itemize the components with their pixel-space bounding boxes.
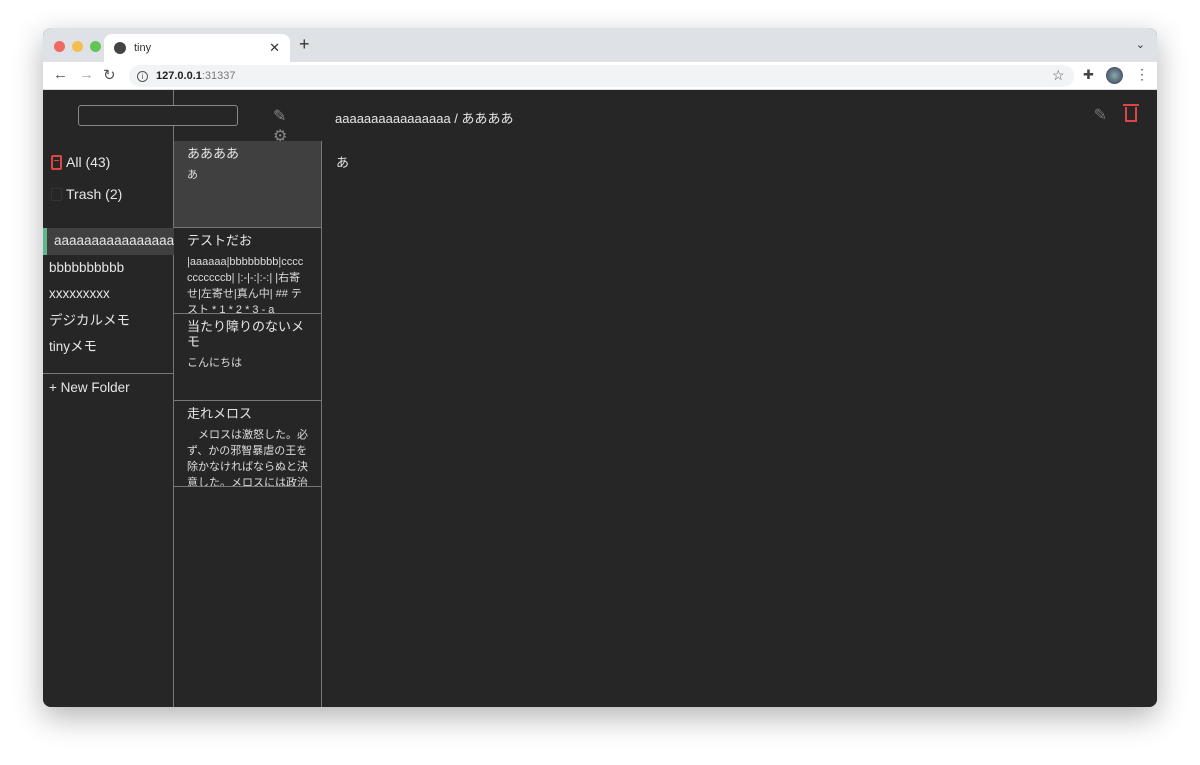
new-tab-button[interactable]: + <box>299 34 310 55</box>
pencil-icon[interactable]: ✎ <box>1094 105 1107 125</box>
note-preview: あ <box>187 169 198 181</box>
note-item[interactable]: あああああ <box>174 141 321 228</box>
folder-item[interactable]: デジカルメモ <box>43 308 174 335</box>
note-item[interactable]: テストだお |aaaaaa|bbbbbbbb|cccccccccccb| |:-|… <box>174 228 321 314</box>
folder-item[interactable]: tinyメモ <box>43 334 174 361</box>
star-icon[interactable]: ☆ <box>1052 67 1065 84</box>
note-content[interactable]: あ <box>336 152 349 171</box>
extensions-icon[interactable]: ✚ <box>1083 67 1094 83</box>
note-title: ああああ <box>187 146 240 161</box>
sidebar-item-all[interactable]: All (43) <box>51 154 110 170</box>
tab-title: tiny <box>134 42 152 54</box>
back-icon[interactable]: ← <box>53 66 68 83</box>
forward-icon[interactable]: → <box>79 66 94 83</box>
globe-icon <box>114 42 126 54</box>
note-preview: メロスは激怒した。必ず、かの邪智暴虐の王を除かなければならぬと決意した。メロスに… <box>187 428 308 487</box>
minimize-window-button[interactable] <box>72 41 83 52</box>
note-title: テストだお <box>187 232 253 248</box>
new-folder-button[interactable]: + New Folder <box>43 373 174 401</box>
trash-icon <box>51 187 62 201</box>
search-input[interactable] <box>78 105 238 126</box>
note-item[interactable]: 当たり障りのないメモこんにちは <box>174 314 321 401</box>
info-icon[interactable]: i <box>137 70 148 82</box>
folder-list: aaaaaaaaaaaaaaaa bbbbbbbbbb xxxxxxxxx デジ… <box>43 228 174 361</box>
url-host: 127.0.0.1 <box>156 70 202 82</box>
tab-bar: tiny ✕ + ⌄ <box>43 28 1157 62</box>
breadcrumb: aaaaaaaaaaaaaaaa / ああああ <box>335 111 514 126</box>
note-preview: こんにちは <box>187 357 242 369</box>
note-item[interactable]: 走れメロス メロスは激怒した。必ず、かの邪智暴虐の王を除かなければならぬと決意し… <box>174 401 321 487</box>
trash-label: Trash (2) <box>66 186 123 202</box>
note-view: aaaaaaaaaaaaaaaa / ああああ ✎ あ <box>323 90 1157 707</box>
note-title: 当たり障りのないメモ <box>187 319 305 349</box>
all-label: All (43) <box>66 154 111 170</box>
maximize-window-button[interactable] <box>90 41 101 52</box>
url-input[interactable]: i 127.0.0.1:31337 <box>129 65 1074 87</box>
folder-item[interactable]: bbbbbbbbbb <box>43 255 174 282</box>
close-tab-icon[interactable]: ✕ <box>269 40 280 56</box>
notebook-icon <box>51 154 62 170</box>
address-bar: ← → ↻ i 127.0.0.1:31337 ☆ ✚ ⋮ <box>43 62 1157 90</box>
reload-icon[interactable]: ↻ <box>103 66 116 84</box>
note-title: 走れメロス <box>187 405 253 421</box>
close-window-button[interactable] <box>54 41 65 52</box>
folder-item[interactable]: xxxxxxxxx <box>43 281 174 308</box>
folder-item[interactable]: aaaaaaaaaaaaaaaa <box>43 228 174 255</box>
delete-icon[interactable] <box>1123 104 1139 122</box>
sidebar-item-trash[interactable]: Trash (2) <box>51 186 122 202</box>
browser-window: tiny ✕ + ⌄ ← → ↻ i 127.0.0.1:31337 ☆ ✚ ⋮… <box>43 28 1157 707</box>
chevron-down-icon[interactable]: ⌄ <box>1136 38 1145 51</box>
sidebar: ✎ ⚙ All (43) Trash (2) aaaaaaaaaaaaaaaa … <box>43 90 287 707</box>
note-list: あああああ テストだお |aaaaaa|bbbbbbbb|cccccccccccb… <box>174 141 322 707</box>
avatar[interactable] <box>1106 67 1123 84</box>
url-port: :31337 <box>201 70 236 82</box>
menu-icon[interactable]: ⋮ <box>1135 66 1149 83</box>
browser-tab[interactable]: tiny ✕ <box>104 34 290 62</box>
note-preview: |aaaaaa|bbbbbbbb|cccccccccccb| |:-|-:|:-… <box>187 255 304 314</box>
app: ✎ ⚙ All (43) Trash (2) aaaaaaaaaaaaaaaa … <box>43 90 1157 707</box>
new-note-icon[interactable]: ✎ <box>273 108 286 125</box>
